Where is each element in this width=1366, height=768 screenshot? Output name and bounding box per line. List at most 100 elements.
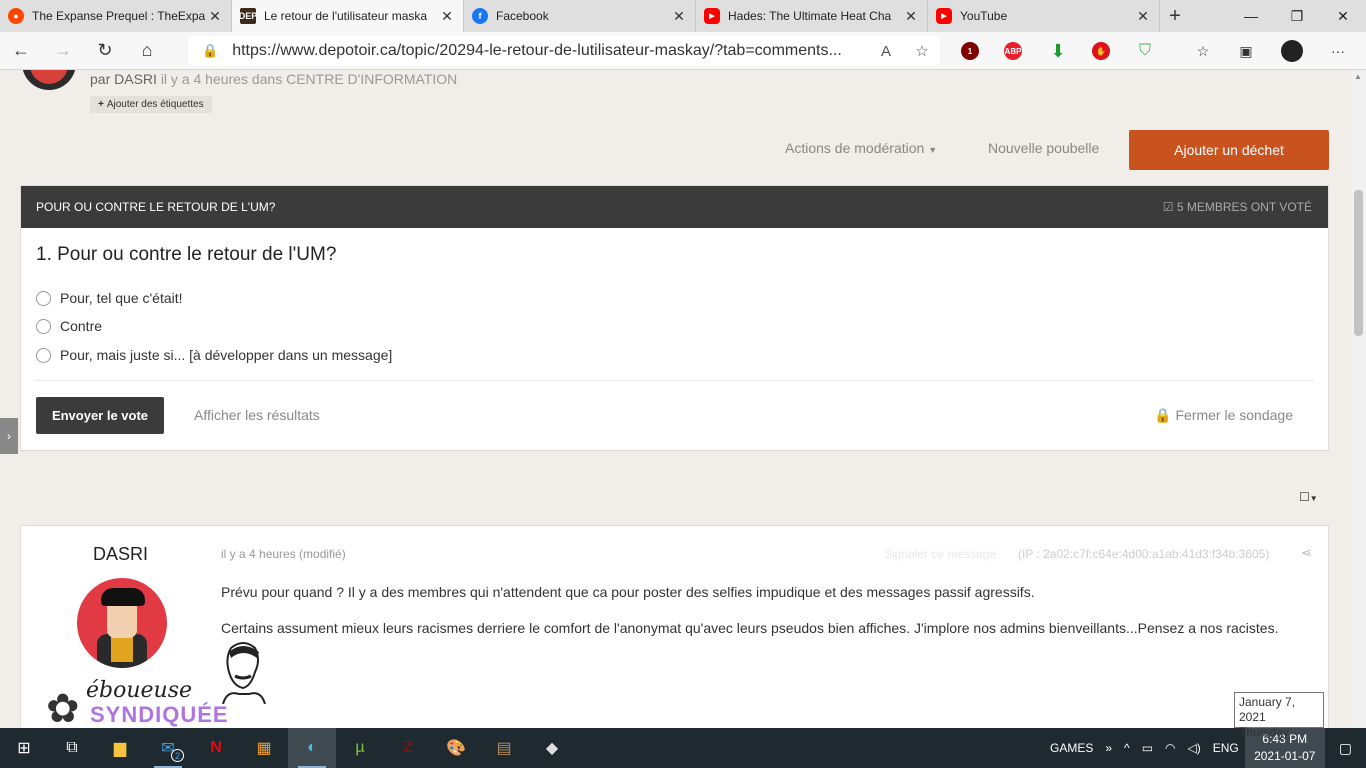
close-window-icon[interactable]: ✕ bbox=[1320, 0, 1366, 32]
page-scrollbar[interactable]: ▲ bbox=[1351, 70, 1366, 728]
home-icon[interactable]: ⌂ bbox=[126, 32, 168, 70]
tab-title: The Expanse Prequel : TheExpa bbox=[32, 9, 206, 23]
close-poll-label: Fermer le sondage bbox=[1175, 407, 1293, 423]
chevron-double-icon[interactable]: » bbox=[1099, 741, 1118, 755]
back-icon[interactable]: ← bbox=[0, 32, 42, 70]
tray-games-label[interactable]: GAMES bbox=[1044, 741, 1099, 755]
inkscape-icon[interactable]: ◆ bbox=[528, 728, 576, 768]
stop-extension-icon[interactable]: ✋ bbox=[1083, 32, 1119, 70]
page-content: par DASRI il y a 4 heures dans CENTRE D'… bbox=[0, 70, 1366, 728]
scroll-up-icon[interactable]: ▲ bbox=[1354, 72, 1362, 81]
browser-tab[interactable]: ▶ YouTube ✕ bbox=[928, 0, 1160, 32]
reddit-icon: ● bbox=[8, 8, 24, 24]
close-tab-icon[interactable]: ✕ bbox=[671, 8, 687, 25]
close-tab-icon[interactable]: ✕ bbox=[903, 8, 919, 25]
utorrent-icon[interactable]: µ bbox=[336, 728, 384, 768]
chevron-up-icon[interactable]: ^ bbox=[1118, 741, 1136, 755]
post-ip-address: (IP : 2a02:c7f:c64e:4d00:a1ab:41d3:f34b:… bbox=[1018, 547, 1270, 561]
scrollbar-thumb[interactable] bbox=[1354, 190, 1363, 336]
close-poll-link[interactable]: 🔒 Fermer le sondage bbox=[1154, 407, 1293, 424]
netflix-icon[interactable]: N bbox=[192, 728, 240, 768]
new-tab-icon[interactable]: + bbox=[1160, 0, 1190, 32]
shield-extension-icon[interactable]: ⛉ bbox=[1127, 32, 1163, 70]
topic-author-avatar[interactable] bbox=[22, 70, 76, 90]
windows-taskbar: ⊞ ⧉ ▆ ✉ 2 N ▦ ◐ µ Z 🎨 ▤ ◆ GAMES » ^ ▭ ◠ ◁… bbox=[0, 728, 1366, 768]
add-tags-button[interactable]: + Ajouter des étiquettes bbox=[90, 96, 212, 113]
ublock-icon[interactable]: 1 bbox=[952, 32, 988, 70]
radio-button[interactable] bbox=[36, 347, 51, 363]
poll-option[interactable]: Pour, tel que c'était! bbox=[36, 290, 183, 306]
post-paragraph: Certains assument mieux leurs racismes d… bbox=[221, 620, 1279, 636]
adblock-plus-icon[interactable]: ABP bbox=[995, 32, 1031, 70]
mail-icon[interactable]: ✉ 2 bbox=[144, 728, 192, 768]
checkbox-icon: ☐ bbox=[1299, 490, 1310, 504]
tab-title: Le retour de l'utilisateur maska bbox=[264, 9, 428, 23]
badge-text-1: éboueuse bbox=[86, 678, 193, 703]
favorite-star-icon[interactable]: ☆ bbox=[904, 42, 940, 60]
file-explorer-icon[interactable]: ▆ bbox=[96, 728, 144, 768]
language-indicator[interactable]: ENG bbox=[1207, 741, 1245, 755]
address-bar[interactable]: 🔒 https://www.depotoir.ca/topic/20294-le… bbox=[188, 36, 940, 66]
close-tab-icon[interactable]: ✕ bbox=[1135, 8, 1151, 25]
edge-browser-icon[interactable]: ◐ bbox=[288, 728, 336, 768]
settings-more-icon[interactable]: ··· bbox=[1320, 32, 1356, 70]
poll-option[interactable]: Contre bbox=[36, 318, 102, 334]
report-post-link[interactable]: Signaler ce message bbox=[884, 547, 996, 561]
caret-down-icon: ▼ bbox=[1309, 494, 1318, 503]
poll-option-label: Pour, tel que c'était! bbox=[60, 290, 183, 306]
window-controls: — ❐ ✕ bbox=[1228, 0, 1366, 32]
profile-avatar[interactable] bbox=[1274, 32, 1310, 70]
minimize-icon[interactable]: — bbox=[1228, 0, 1274, 32]
maximize-icon[interactable]: ❐ bbox=[1274, 0, 1320, 32]
paint-icon[interactable]: 🎨 bbox=[432, 728, 480, 768]
poll-option-label: Pour, mais juste si... [à développer dan… bbox=[60, 347, 393, 363]
url-text[interactable]: https://www.depotoir.ca/topic/20294-le-r… bbox=[232, 42, 868, 60]
wifi-icon[interactable]: ◠ bbox=[1159, 741, 1181, 755]
signature-image bbox=[222, 642, 266, 704]
poll-option-label: Contre bbox=[60, 318, 103, 334]
poll-option[interactable]: Pour, mais juste si... [à développer dan… bbox=[36, 347, 392, 363]
checkbox-icon: ☑ bbox=[1162, 200, 1174, 214]
flower-icon: ✿ bbox=[46, 687, 80, 728]
forward-icon[interactable]: → bbox=[42, 32, 84, 70]
new-bin-button[interactable]: Nouvelle poubelle bbox=[988, 140, 1099, 156]
volume-icon[interactable]: ◁) bbox=[1182, 741, 1207, 755]
notifications-icon[interactable]: ▢ bbox=[1325, 740, 1366, 757]
moderation-actions-label: Actions de modération bbox=[785, 140, 925, 156]
share-icon[interactable]: ⋖ bbox=[1301, 545, 1312, 561]
moderation-actions-menu[interactable]: Actions de modération ▼ bbox=[785, 140, 937, 156]
select-posts-checkbox[interactable]: ☐▼ bbox=[1299, 490, 1318, 504]
favorites-icon[interactable]: ☆ bbox=[1185, 32, 1221, 70]
download-icon[interactable]: ⬇ bbox=[1040, 32, 1076, 70]
task-view-icon[interactable]: ⧉ bbox=[48, 728, 96, 768]
poll-title: POUR OU CONTRE LE RETOUR DE L'UM? bbox=[36, 200, 276, 214]
filezilla-icon[interactable]: Z bbox=[384, 728, 432, 768]
browser-tab-active[interactable]: DEP Le retour de l'utilisateur maska ✕ bbox=[232, 0, 464, 32]
browser-tab[interactable]: f Facebook ✕ bbox=[464, 0, 696, 32]
chevron-right-icon[interactable]: › bbox=[0, 418, 18, 454]
browser-tab[interactable]: ▶ Hades: The Ultimate Heat Cha ✕ bbox=[696, 0, 928, 32]
close-tab-icon[interactable]: ✕ bbox=[439, 8, 455, 25]
comment-post: DASRI ✿ éboueuse SYNDIQUÉE il y a 4 heur… bbox=[20, 525, 1329, 728]
post-timestamp[interactable]: il y a 4 heures (modifié) bbox=[221, 547, 346, 561]
submit-vote-button[interactable]: Envoyer le vote bbox=[36, 397, 164, 434]
byline-author-link[interactable]: DASRI bbox=[114, 71, 157, 87]
poll-vote-count: ☑ 5 MEMBRES ONT VOTÉ bbox=[1163, 200, 1312, 214]
show-results-link[interactable]: Afficher les résultats bbox=[194, 407, 320, 423]
browser-tab[interactable]: ● The Expanse Prequel : TheExpa ✕ bbox=[0, 0, 232, 32]
lock-icon: 🔒 bbox=[1154, 407, 1172, 423]
post-author-avatar[interactable] bbox=[77, 578, 167, 668]
radio-button[interactable] bbox=[36, 290, 51, 306]
close-tab-icon[interactable]: ✕ bbox=[207, 8, 223, 25]
windows-start-icon[interactable]: ⊞ bbox=[0, 728, 48, 768]
store-icon[interactable]: ▦ bbox=[240, 728, 288, 768]
refresh-icon[interactable]: ↻ bbox=[84, 32, 126, 70]
read-aloud-icon[interactable]: A bbox=[868, 43, 904, 60]
post-author-name[interactable]: DASRI bbox=[93, 544, 148, 565]
collections-icon[interactable]: ▣ bbox=[1228, 32, 1264, 70]
add-trash-button[interactable]: Ajouter un déchet bbox=[1129, 130, 1329, 170]
radio-button[interactable] bbox=[36, 318, 51, 334]
badge-text-2: SYNDIQUÉE bbox=[90, 702, 229, 727]
battery-icon[interactable]: ▭ bbox=[1136, 741, 1159, 755]
media-app-icon[interactable]: ▤ bbox=[480, 728, 528, 768]
